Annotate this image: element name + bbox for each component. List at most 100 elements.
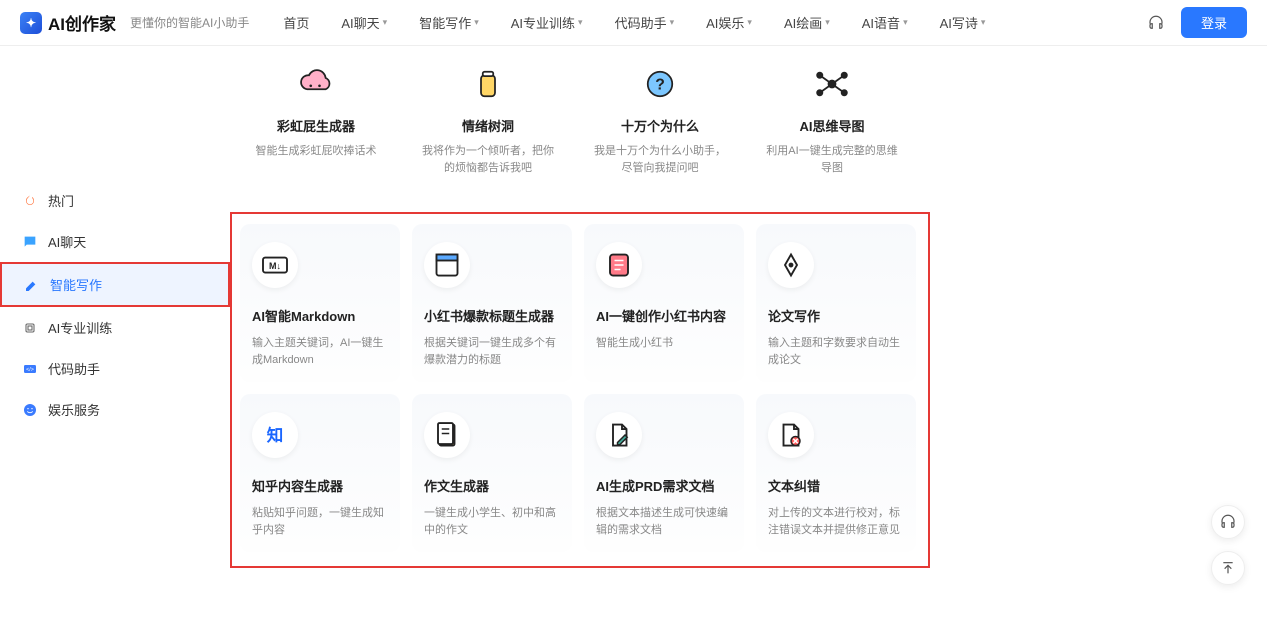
window-icon [424, 242, 470, 288]
top-card-3[interactable]: AI思维导图利用AI一键生成完整的思维导图 [752, 46, 912, 190]
doc-icon [424, 412, 470, 458]
main-nav: 首页 AI聊天▾ 智能写作▾ AI专业训练▾ 代码助手▾ AI娱乐▾ AI绘画▾ AI语音▾ A… [283, 13, 1137, 32]
card-title: AI生成PRD需求文档 [596, 476, 732, 495]
card-title: 十万个为什么 [592, 116, 728, 135]
writing-card-4[interactable]: 知知乎内容生成器粘贴知乎问题，一键生成知乎内容 [240, 394, 400, 552]
float-buttons [1211, 505, 1245, 585]
svg-text:?: ? [655, 76, 665, 93]
writing-tools-grid: M↓ AI智能Markdown 输入主题关键词，AI一键生成Markdown 小红书爆… [240, 224, 920, 552]
card-title: 文本纠错 [768, 476, 904, 495]
chevron-down-icon: ▾ [474, 17, 479, 28]
card-desc: 根据关键词一键生成多个有爆款潜力的标题 [424, 335, 560, 368]
chevron-down-icon: ▾ [383, 17, 388, 28]
writing-card-7[interactable]: 文本纠错对上传的文本进行校对，标注错误文本并提供修正意见 [756, 394, 916, 552]
chevron-down-icon: ▾ [981, 17, 986, 28]
card-desc: 粘贴知乎问题，一键生成知乎内容 [252, 505, 388, 538]
writing-card-3[interactable]: 论文写作输入主题和字数要求自动生成论文 [756, 224, 916, 382]
sidebar-item-smile[interactable]: 娱乐服务 [0, 389, 230, 430]
main-area: 热门 AI聊天智能写作 AI专业训练 </> 代码助手娱乐服务 彩虹屁生成器智能生成彩虹… [0, 46, 1267, 625]
top-card-0[interactable]: 彩虹屁生成器智能生成彩虹屁吹捧话术 [236, 46, 396, 190]
logo-block[interactable]: ✦ AI创作家 [20, 10, 116, 35]
writing-card-2[interactable]: AI一键创作小红书内容智能生成小红书 [584, 224, 744, 382]
nav-item-7[interactable]: AI语音▾ [862, 13, 908, 32]
sidebar-label: AI聊天 [48, 232, 86, 251]
sidebar: 热门 AI聊天智能写作 AI专业训练 </> 代码助手娱乐服务 [0, 46, 230, 625]
jar-icon [464, 60, 512, 108]
docedit-icon [596, 412, 642, 458]
markdown-icon: M↓ [252, 242, 298, 288]
nav-item-5[interactable]: AI娱乐▾ [706, 13, 752, 32]
code-icon: </> [22, 361, 38, 377]
writing-tools-highlight: M↓ AI智能Markdown 输入主题关键词，AI一键生成Markdown 小红书爆… [230, 212, 930, 568]
chevron-down-icon: ▾ [903, 17, 908, 28]
chevron-down-icon: ▾ [670, 17, 675, 28]
writing-card-5[interactable]: 作文生成器一键生成小学生、初中和高中的作文 [412, 394, 572, 552]
card-desc: 对上传的文本进行校对，标注错误文本并提供修正意见 [768, 505, 904, 538]
card-desc: 智能生成小红书 [596, 335, 732, 352]
card-title: 论文写作 [768, 306, 904, 325]
smile-icon [22, 402, 38, 418]
writing-card-0[interactable]: M↓ AI智能Markdown 输入主题关键词，AI一键生成Markdown [240, 224, 400, 382]
docerror-icon [768, 412, 814, 458]
nav-item-1[interactable]: AI聊天▾ [341, 13, 387, 32]
tagline: 更懂你的智能AI小助手 [130, 14, 249, 31]
nav-item-6[interactable]: AI绘画▾ [784, 13, 830, 32]
sidebar-label: 热门 [48, 191, 74, 210]
writing-card-1[interactable]: 小红书爆款标题生成器根据关键词一键生成多个有爆款潜力的标题 [412, 224, 572, 382]
card-desc: 我将作为一个倾听者，把你的烦恼都告诉我吧 [420, 143, 556, 176]
support-button[interactable] [1211, 505, 1245, 539]
svg-text:M↓: M↓ [269, 261, 281, 271]
logo-icon: ✦ [20, 12, 42, 34]
sidebar-item-code[interactable]: </> 代码助手 [0, 348, 230, 389]
sidebar-item-chip[interactable]: AI专业训练 [0, 307, 230, 348]
chevron-down-icon: ▾ [825, 17, 830, 28]
card-title: AI思维导图 [764, 116, 900, 135]
card-desc: 输入主题和字数要求自动生成论文 [768, 335, 904, 368]
sidebar-label: AI专业训练 [48, 318, 112, 337]
zhi-icon: 知 [252, 412, 298, 458]
card-title: 小红书爆款标题生成器 [424, 306, 560, 325]
sidebar-label: 代码助手 [48, 359, 100, 378]
chevron-down-icon: ▾ [578, 17, 583, 28]
sidebar-item-chat[interactable]: AI聊天 [0, 221, 230, 262]
login-button[interactable]: 登录 [1181, 7, 1247, 38]
card-title: AI一键创作小红书内容 [596, 306, 732, 325]
question-icon: ? [636, 60, 684, 108]
card-desc: 我是十万个为什么小助手，尽管向我提问吧 [592, 143, 728, 176]
card-desc: 智能生成彩虹屁吹捧话术 [248, 143, 384, 160]
top-right: 登录 [1147, 7, 1247, 38]
chevron-down-icon: ▾ [747, 17, 752, 28]
content-area: 彩虹屁生成器智能生成彩虹屁吹捧话术情绪树洞我将作为一个倾听者，把你的烦恼都告诉我… [230, 46, 1267, 625]
note-icon [596, 242, 642, 288]
card-title: 知乎内容生成器 [252, 476, 388, 495]
card-desc: 输入主题关键词，AI一键生成Markdown [252, 335, 388, 368]
card-title: 作文生成器 [424, 476, 560, 495]
nav-item-2[interactable]: 智能写作▾ [419, 13, 479, 32]
pen-icon [768, 242, 814, 288]
cloud-icon [292, 60, 340, 108]
top-card-2[interactable]: ? 十万个为什么我是十万个为什么小助手，尽管向我提问吧 [580, 46, 740, 190]
writing-card-6[interactable]: AI生成PRD需求文档根据文本描述生成可快速编辑的需求文档 [584, 394, 744, 552]
nav-item-3[interactable]: AI专业训练▾ [511, 13, 583, 32]
nav-item-4[interactable]: 代码助手▾ [615, 13, 675, 32]
top-card-1[interactable]: 情绪树洞我将作为一个倾听者，把你的烦恼都告诉我吧 [408, 46, 568, 190]
chat-icon [22, 234, 38, 250]
card-desc: 根据文本描述生成可快速编辑的需求文档 [596, 505, 732, 538]
sidebar-label: 娱乐服务 [48, 400, 100, 419]
fire-icon [22, 193, 38, 209]
headset-icon[interactable] [1147, 14, 1165, 32]
card-desc: 一键生成小学生、初中和高中的作文 [424, 505, 560, 538]
card-desc: 利用AI一键生成完整的思维导图 [764, 143, 900, 176]
scroll-top-button[interactable] [1211, 551, 1245, 585]
edit-icon [24, 277, 40, 293]
top-nav-bar: ✦ AI创作家 更懂你的智能AI小助手 首页 AI聊天▾ 智能写作▾ AI专业训练▾ 代… [0, 0, 1267, 46]
sidebar-item-edit[interactable]: 智能写作 [0, 262, 230, 307]
mindmap-icon [808, 60, 856, 108]
card-title: AI智能Markdown [252, 306, 388, 325]
card-title: 情绪树洞 [420, 116, 556, 135]
nav-item-0[interactable]: 首页 [283, 13, 309, 32]
logo-text: AI创作家 [48, 10, 116, 35]
chip-icon [22, 320, 38, 336]
nav-item-8[interactable]: AI写诗▾ [940, 13, 986, 32]
sidebar-item-fire[interactable]: 热门 [0, 180, 230, 221]
